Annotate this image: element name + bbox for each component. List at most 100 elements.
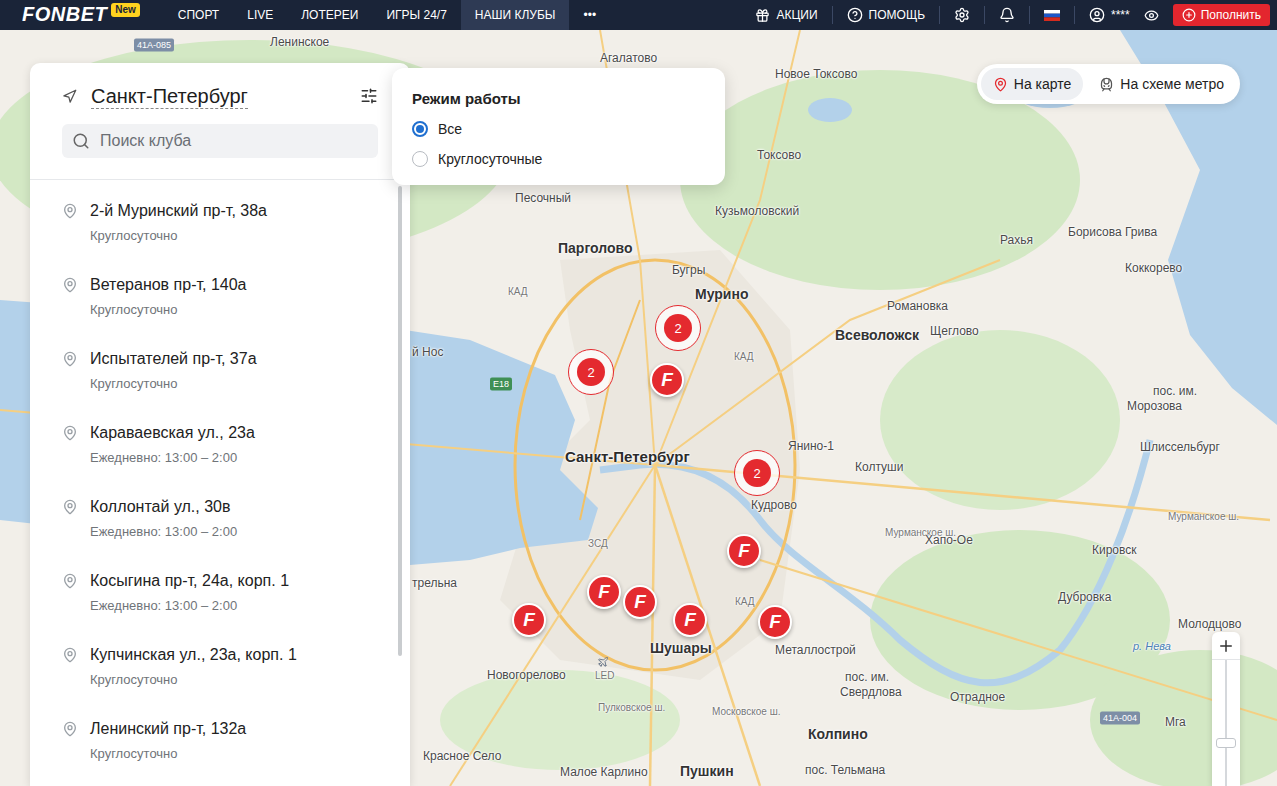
club-hours: Круглосуточно <box>90 745 246 763</box>
map[interactable]: 41А-085ЛенинскоеАгалатовоНовое ТоксовоТо… <box>0 30 1277 786</box>
club-pin-icon <box>62 349 78 395</box>
map-label: Санкт-Петербург <box>565 448 690 466</box>
club-address: Косыгина пр-т, 24а, корп. 1 <box>90 571 289 591</box>
club-marker[interactable]: F <box>623 585 657 619</box>
map-label: Янино-1 <box>788 439 834 453</box>
view-button[interactable]: На схеме метро <box>1087 68 1236 100</box>
help-link[interactable]: ПОМОЩЬ <box>847 7 925 23</box>
club-marker[interactable]: F <box>512 603 546 637</box>
gear-icon[interactable] <box>954 7 970 23</box>
map-label: 41А-004 <box>1100 712 1140 725</box>
club-text: Ветеранов пр-т, 140аКруглосуточно <box>90 275 247 321</box>
filter-option[interactable]: Все <box>412 119 705 139</box>
nav-item[interactable]: ••• <box>569 0 610 30</box>
promo-link[interactable]: АКЦИИ <box>755 8 817 23</box>
map-label: Новое Токсово <box>775 67 857 81</box>
map-label: E18 <box>490 378 512 391</box>
filter-button[interactable] <box>360 87 378 105</box>
search-icon <box>72 132 90 150</box>
eye-icon[interactable] <box>1144 8 1159 23</box>
club-text: 2-й Муринский пр-т, 38аКруглосуточно <box>90 201 267 247</box>
radio-mark[interactable] <box>412 121 428 137</box>
cluster-marker[interactable]: 2 <box>568 349 614 395</box>
club-address: Купчинская ул., 23а, корп. 1 <box>90 645 297 665</box>
zoom-control <box>1212 632 1240 786</box>
filter-popover: Режим работыВсеКруглосуточные <box>392 68 725 185</box>
club-item[interactable]: Косыгина пр-т, 24а, корп. 1Ежедневно: 13… <box>30 557 410 631</box>
club-marker[interactable]: F <box>587 575 621 609</box>
nav-item[interactable]: НАШИ КЛУБЫ <box>461 0 570 30</box>
club-text: Ленинский пр-т, 132а Круглосуточно <box>90 719 246 765</box>
nav-item[interactable]: LIVE <box>233 0 287 30</box>
map-label: пос. им. <box>845 670 889 684</box>
filter-option[interactable]: Круглосуточные <box>412 149 705 169</box>
club-marker[interactable]: F <box>758 605 792 639</box>
club-item[interactable]: 2-й Муринский пр-т, 38аКруглосуточно <box>30 187 410 261</box>
map-pin-icon <box>993 77 1008 92</box>
zoom-track[interactable] <box>1212 660 1240 786</box>
club-item[interactable]: Ветеранов пр-т, 140аКруглосуточно <box>30 261 410 335</box>
club-hours: Круглосуточно <box>90 227 267 245</box>
map-label: Коккорево <box>1125 261 1182 275</box>
map-label: Ленинское <box>270 35 329 49</box>
map-label: пос. Тельмана <box>805 763 885 777</box>
map-label: Кировск <box>1092 543 1137 557</box>
nav-separator <box>939 6 940 24</box>
deposit-button[interactable]: Пополнить <box>1173 4 1270 26</box>
club-marker[interactable]: F <box>727 534 761 568</box>
club-marker[interactable]: F <box>650 363 684 397</box>
radio-mark[interactable] <box>412 151 428 167</box>
club-pin-icon <box>62 275 78 321</box>
city-selector[interactable]: Санкт-Петербург <box>91 84 248 109</box>
gift-icon <box>755 8 770 23</box>
view-button[interactable]: На карте <box>981 68 1084 100</box>
club-item[interactable]: Караваевская ул., 23аЕжедневно: 13:00 – … <box>30 409 410 483</box>
club-item[interactable]: Коллонтай ул., 30вЕжедневно: 13:00 – 2:0… <box>30 483 410 557</box>
user-icon <box>1089 7 1105 23</box>
map-label: 41А-085 <box>134 39 174 52</box>
search-input[interactable] <box>98 131 368 151</box>
user-account[interactable]: **** <box>1089 7 1130 23</box>
club-pin-icon <box>62 645 78 691</box>
club-hours: Круглосуточно <box>90 301 247 319</box>
club-item[interactable]: Испытателей пр-т, 37аКруглосуточно <box>30 335 410 409</box>
plus-icon <box>1217 637 1235 655</box>
russia-flag-icon[interactable] <box>1044 10 1060 21</box>
scrollbar[interactable] <box>398 186 402 656</box>
nav-item[interactable]: СПОРТ <box>164 0 233 30</box>
bell-icon[interactable] <box>999 7 1015 23</box>
map-label: Агалатово <box>600 51 657 65</box>
location-arrow-icon[interactable] <box>62 89 77 104</box>
map-label: ЗСД <box>588 538 608 550</box>
map-label: Красное Село <box>423 749 501 763</box>
nav-item[interactable]: ЛОТЕРЕИ <box>287 0 372 30</box>
cluster-count: 2 <box>577 358 605 386</box>
map-label: Мурманское ш. <box>1168 511 1239 523</box>
map-label: Дубровка <box>1058 590 1111 604</box>
club-address: Ленинский пр-т, 132а <box>90 719 246 739</box>
club-text: Испытателей пр-т, 37аКруглосуточно <box>90 349 257 395</box>
map-label: Свердлова <box>840 685 902 699</box>
map-label: Металлострой <box>775 643 856 657</box>
top-bar: FONBETNew СПОРТLIVEЛОТЕРЕИИГРЫ 24/7НАШИ К… <box>0 0 1277 30</box>
map-label: Мурино <box>695 286 748 303</box>
club-marker[interactable]: F <box>673 603 707 637</box>
map-label: Рахья <box>1000 233 1033 247</box>
cluster-count: 2 <box>743 459 771 487</box>
zoom-in-button[interactable] <box>1212 632 1240 660</box>
club-item[interactable]: Купчинская ул., 23а, корп. 1Круглосуточн… <box>30 631 410 705</box>
logo-text[interactable]: FONBET <box>22 3 107 25</box>
cluster-marker[interactable]: 2 <box>734 450 780 496</box>
logo[interactable]: FONBETNew <box>22 0 140 30</box>
club-pin-icon <box>62 497 78 543</box>
search-box <box>62 124 378 158</box>
club-item[interactable]: Ленинский пр-т, 132а Круглосуточно <box>30 705 410 779</box>
cluster-marker[interactable]: 2 <box>655 305 701 351</box>
nav-separator <box>1029 6 1030 24</box>
nav-item[interactable]: ИГРЫ 24/7 <box>372 0 460 30</box>
map-label: КАД <box>735 596 755 608</box>
map-label: Новогорелово <box>487 668 566 682</box>
map-label: Парголово <box>558 240 632 257</box>
zoom-thumb[interactable] <box>1216 738 1236 748</box>
city-row: Санкт-Петербург <box>62 83 378 109</box>
